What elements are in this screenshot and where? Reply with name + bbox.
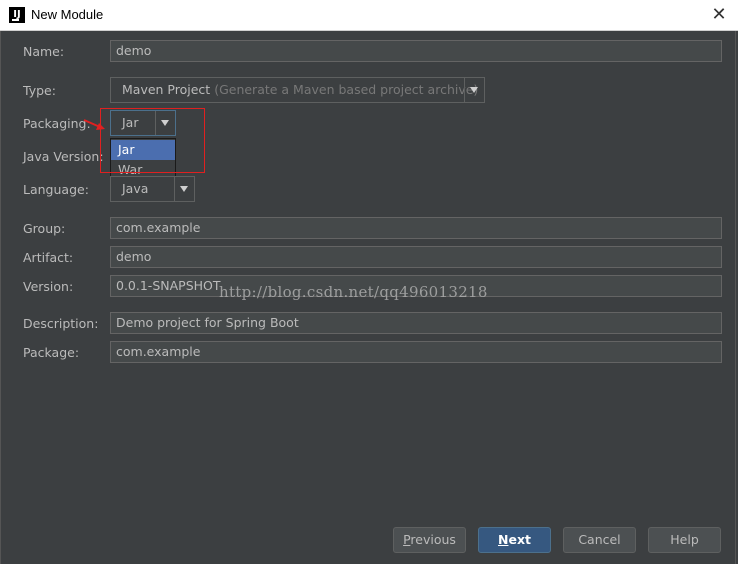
previous-button[interactable]: Previous xyxy=(393,527,466,553)
package-field[interactable]: com.example xyxy=(110,341,722,363)
group-label: Group: xyxy=(23,221,66,236)
title-bar: IJ New Module ✕ xyxy=(0,0,738,31)
packaging-dropdown[interactable]: Jar xyxy=(110,110,176,136)
java-version-label: Java Version: xyxy=(23,149,104,164)
language-value: Java xyxy=(122,181,149,196)
type-value: Maven Project xyxy=(122,82,211,97)
watermark-text: http://blog.csdn.net/qq496013218 xyxy=(219,283,488,301)
packaging-options-list: Jar War xyxy=(110,138,176,181)
chevron-down-icon xyxy=(161,120,169,126)
packaging-option-jar[interactable]: Jar xyxy=(111,140,175,160)
version-label: Version: xyxy=(23,279,74,294)
close-icon[interactable]: ✕ xyxy=(708,4,730,26)
cancel-button[interactable]: Cancel xyxy=(563,527,636,553)
description-label: Description: xyxy=(23,316,99,331)
help-button[interactable]: Help xyxy=(648,527,721,553)
artifact-label: Artifact: xyxy=(23,250,74,265)
previous-label: revious xyxy=(410,532,456,547)
next-mnemonic: N xyxy=(498,532,509,547)
type-label: Type: xyxy=(23,83,56,98)
packaging-value: Jar xyxy=(122,115,139,130)
next-button[interactable]: Next xyxy=(478,527,551,553)
chevron-down-icon xyxy=(470,87,478,93)
type-dropdown[interactable]: Maven Project (Generate a Maven based pr… xyxy=(110,77,485,103)
artifact-field[interactable]: demo xyxy=(110,246,722,268)
package-label: Package: xyxy=(23,345,80,360)
intellij-app-icon: IJ xyxy=(9,7,25,23)
description-field[interactable]: Demo project for Spring Boot xyxy=(110,312,722,334)
chevron-down-icon xyxy=(180,186,188,192)
name-label: Name: xyxy=(23,44,65,59)
type-dropdown-arrow[interactable] xyxy=(464,78,484,102)
language-dropdown-arrow[interactable] xyxy=(174,177,194,201)
group-field[interactable]: com.example xyxy=(110,217,722,239)
next-label: ext xyxy=(508,532,531,547)
language-dropdown[interactable]: Java xyxy=(110,176,195,202)
name-field[interactable]: demo xyxy=(110,40,722,62)
type-hint: (Generate a Maven based project archive) xyxy=(214,82,479,97)
window-title: New Module xyxy=(31,7,104,22)
red-arrow-annotation xyxy=(83,119,105,130)
packaging-dropdown-arrow[interactable] xyxy=(155,111,175,135)
packaging-label: Packaging: xyxy=(23,116,91,131)
language-label: Language: xyxy=(23,182,89,197)
